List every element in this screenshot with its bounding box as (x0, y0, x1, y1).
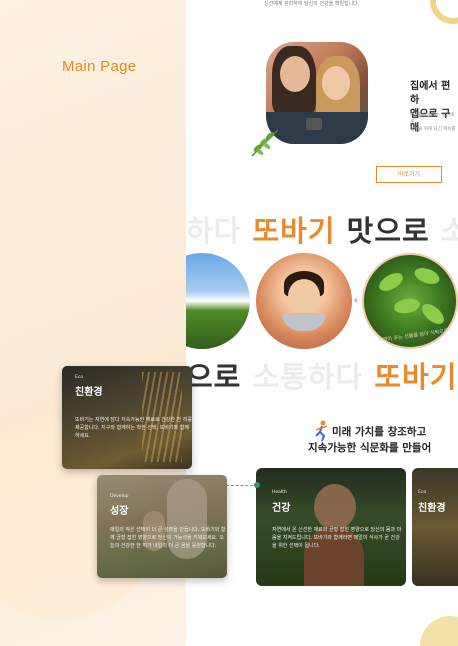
carousel-prev-icon[interactable]: ‹ (354, 296, 358, 306)
growth-float-card[interactable]: Develop 성장 매일의 작은 선택이 더 큰 성장을 만듭니다. 또바기와… (97, 475, 227, 578)
page-label: Main Page (62, 58, 137, 75)
circle-image-kid (256, 253, 352, 349)
values-heading: 미래 가치를 창조하고 지속가능한 식문화를 만들어 (308, 426, 432, 454)
runner-icon (315, 420, 328, 442)
growth-float-card-desc: 매일의 작은 선택이 더 큰 성장을 만듭니다. 또바기와 함께 균형 잡힌 영… (110, 527, 226, 549)
eco-card-right[interactable]: Eco 친환경 (412, 468, 458, 586)
growth-float-card-tag: Develop (110, 494, 129, 499)
hero-top-caption: 신선예계 관리하여 당신의 건강을 책임집니다. (264, 1, 360, 7)
eco-float-card-desc: 또바기는 자연에 담다 지속가능한 재료로 건강한 한 끼를 제공합니다. 지구… (75, 417, 192, 439)
growth-float-card-title: 성장 (110, 506, 129, 517)
connector-dot (254, 482, 260, 488)
eco-float-card-title: 친환경 (75, 387, 103, 398)
circle-image-field (186, 253, 250, 349)
hero-description: 메뉴를 고민하는 당신에게 당신을 위해 담긴 메뉴를 (410, 113, 456, 132)
health-card-desc: 자연에서 온 신선한 재료와 균형 잡힌 영양으로 당신의 몸과 마음을 지켜드… (272, 527, 402, 549)
go-button[interactable]: 바로가기 (376, 166, 442, 183)
marquee-top: 하다 또바기 맛으로 소 (186, 214, 458, 248)
eco-float-card[interactable]: Eco 친환경 또바기는 자연에 담다 지속가능한 재료로 건강한 한 끼를 제… (62, 366, 192, 469)
leaf-icon (251, 129, 279, 157)
marquee-bottom: 으로 소통하다 또바기 (186, 360, 458, 394)
bottom-decoration (420, 616, 458, 646)
eco-float-card-tag: Eco (75, 375, 84, 380)
eco-card-right-tag: Eco (418, 490, 427, 495)
corner-decoration (430, 0, 458, 24)
health-card-title: 건강 (272, 503, 291, 514)
health-card[interactable]: Health 건강 자연에서 온 신선한 재료와 균형 잡힌 영양으로 당신의 … (256, 468, 406, 586)
eco-card-right-title: 친환경 (418, 503, 446, 514)
health-card-tag: Health (272, 490, 287, 495)
